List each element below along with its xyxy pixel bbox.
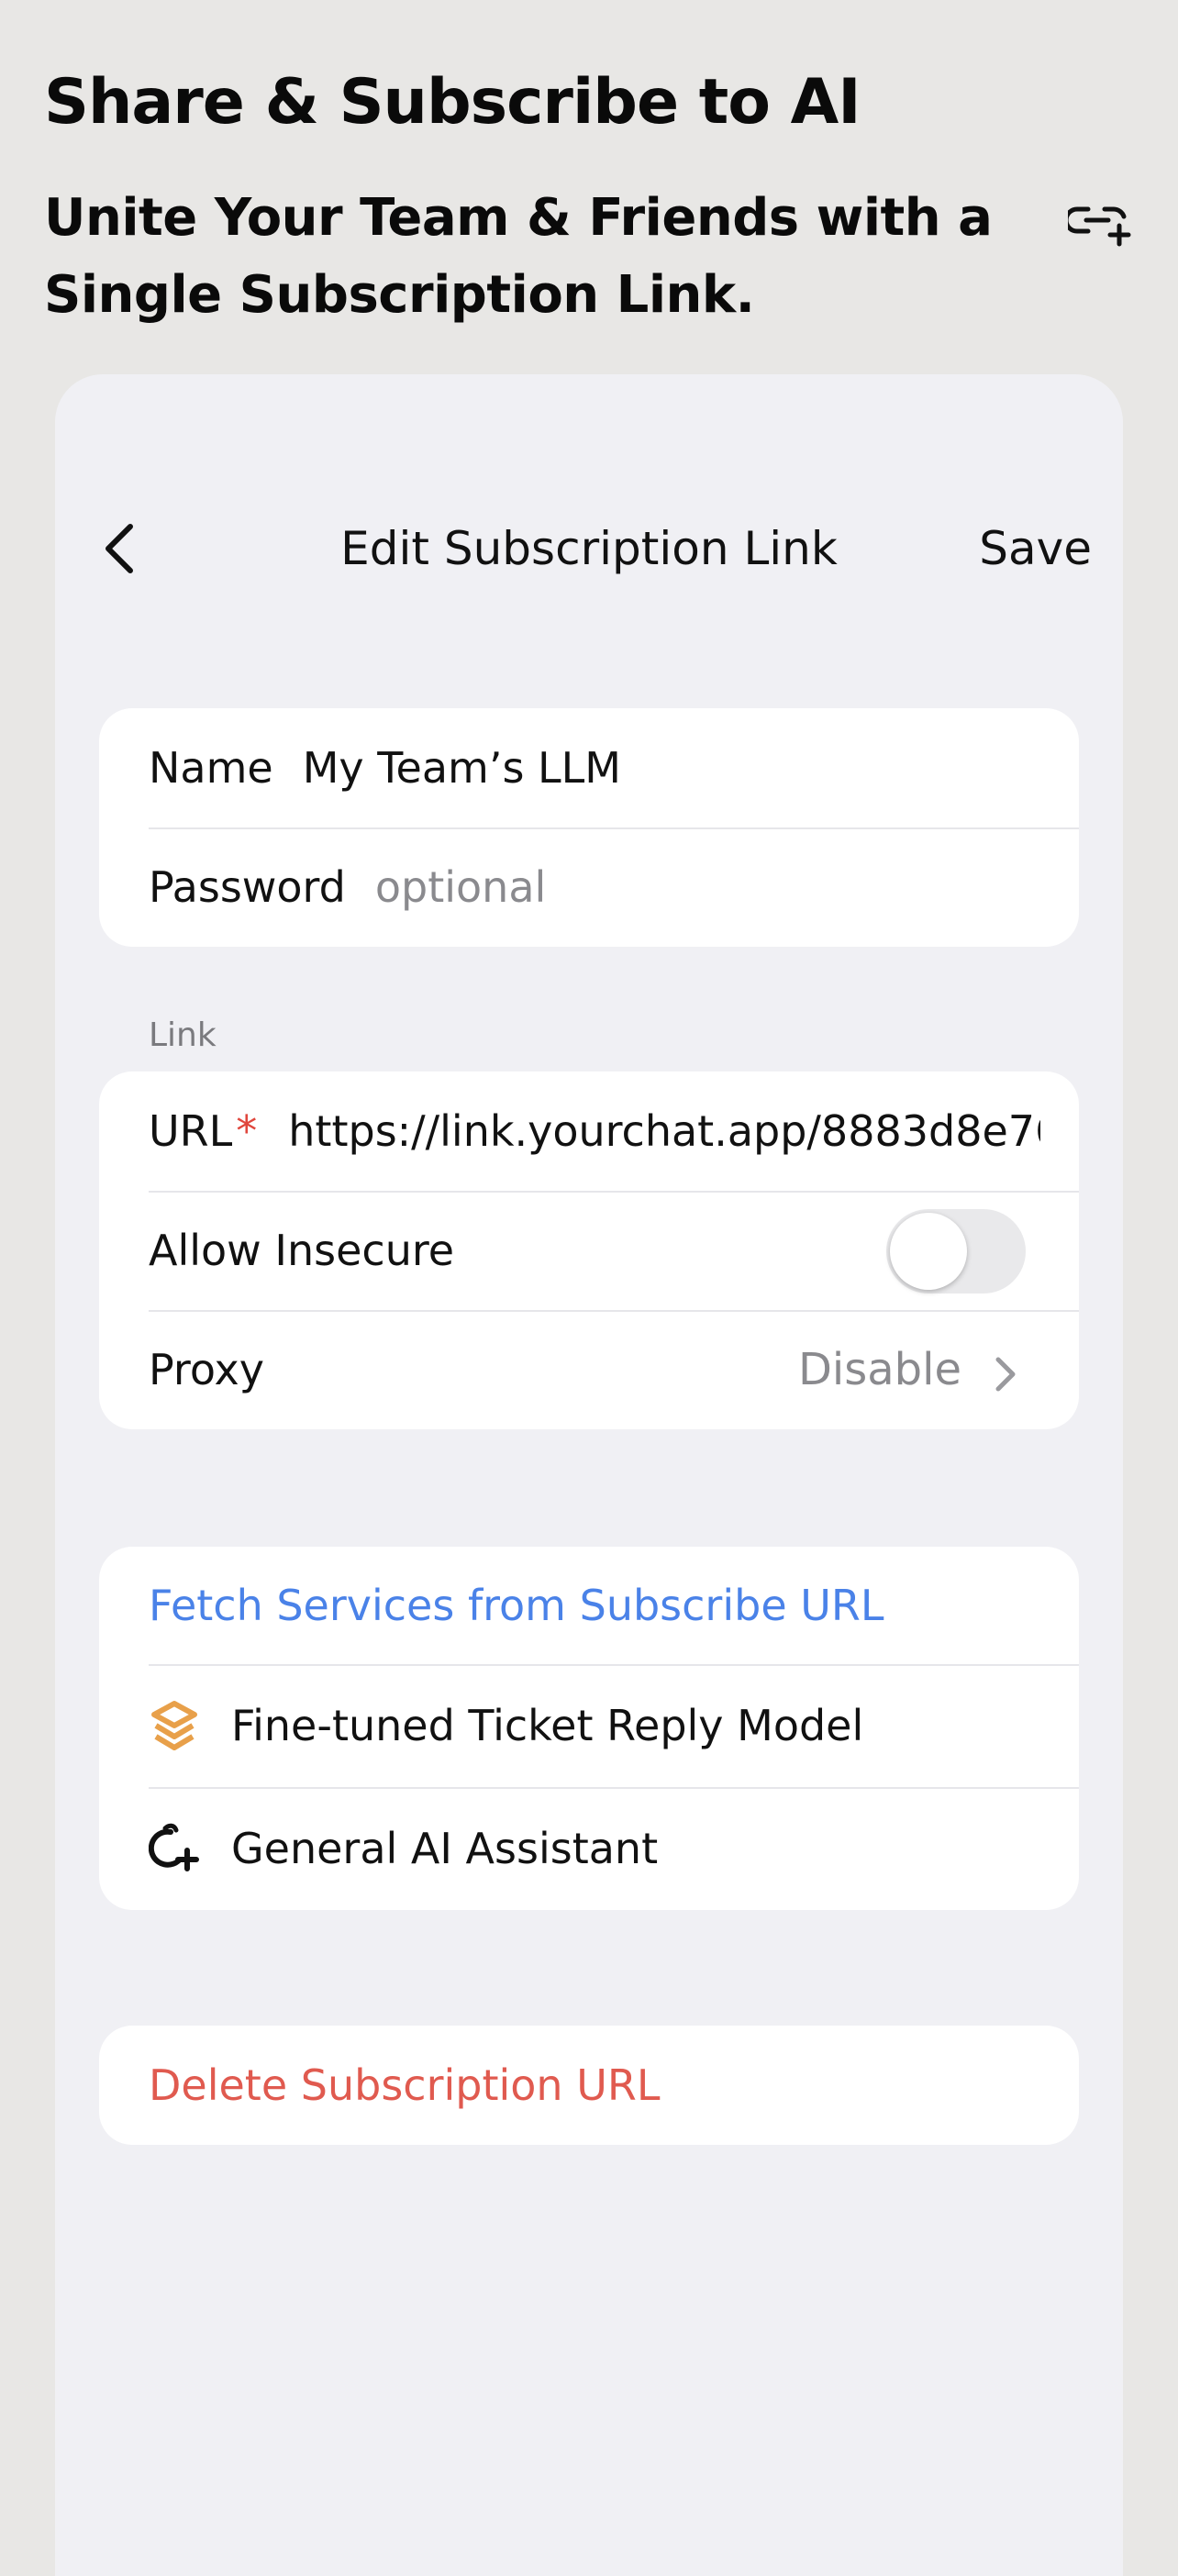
phone-screen: Edit Subscription Link Save Name My Team… [55,374,1123,2576]
proxy-value: Disable [797,1344,961,1395]
services-group: Fetch Services from Subscribe URL Fine-t… [99,1547,1079,1910]
layers-icon [151,1701,197,1750]
service-label: Fine-tuned Ticket Reply Model [231,1701,864,1750]
promo-title: Share & Subscribe to AI [44,66,861,139]
proxy-label: Proxy [149,1345,265,1394]
url-label: URL* [149,1106,258,1156]
chevron-right-icon [995,1357,1016,1392]
danger-group: Delete Subscription URL [99,2026,1079,2145]
save-button[interactable]: Save [979,521,1092,576]
url-row[interactable]: URL* https://link.yourchat.app/8883d8e76 [99,1071,1079,1191]
name-label: Name [149,743,273,793]
service-item-ticket-reply[interactable]: Fine-tuned Ticket Reply Model [99,1664,1079,1787]
service-item-general-assistant[interactable]: General AI Assistant [99,1787,1079,1910]
allow-insecure-row: Allow Insecure [99,1191,1079,1310]
proxy-row[interactable]: Proxy Disable [99,1310,1079,1429]
delete-subscription-button[interactable]: Delete Subscription URL [99,2026,1079,2145]
password-label: Password [149,862,346,912]
name-row[interactable]: Name My Team’s LLM [99,708,1079,827]
link-group: URL* https://link.yourchat.app/8883d8e76… [99,1071,1079,1429]
link-section-header: Link [149,1016,217,1054]
link-add-icon[interactable] [1068,196,1134,248]
ai-assistant-icon [149,1823,199,1871]
basic-info-group: Name My Team’s LLM Password optional [99,708,1079,947]
service-label: General AI Assistant [231,1824,659,1873]
password-row[interactable]: Password optional [99,827,1079,947]
url-input[interactable]: https://link.yourchat.app/8883d8e76 [288,1106,1040,1156]
required-mark: * [236,1106,258,1156]
allow-insecure-label: Allow Insecure [149,1226,455,1275]
promo-subtitle: Unite Your Team & Friends with a Single … [44,188,993,325]
allow-insecure-toggle[interactable] [886,1209,1026,1294]
name-input[interactable]: My Team’s LLM [303,743,621,793]
password-input[interactable]: optional [375,862,546,912]
navigation-bar: Edit Subscription Link Save [55,494,1123,604]
fetch-services-button[interactable]: Fetch Services from Subscribe URL [99,1547,1079,1664]
page-title: Edit Subscription Link [340,522,838,575]
toggle-knob [890,1213,967,1290]
